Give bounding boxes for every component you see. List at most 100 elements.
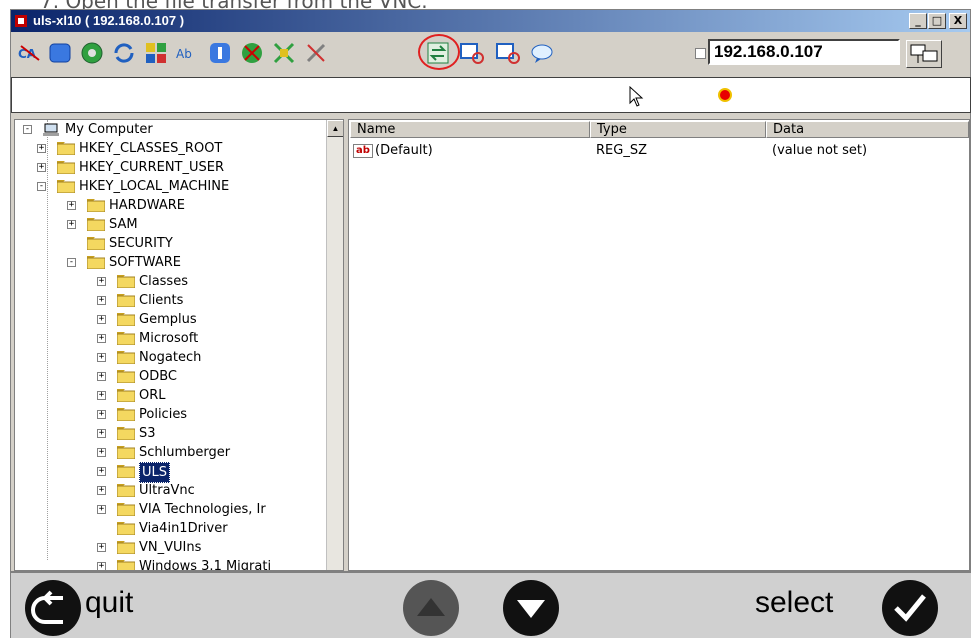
tree-item-label: ULS	[139, 462, 171, 483]
tree-item-label: HARDWARE	[109, 198, 185, 213]
registry-values-list: Name Type Data ab (Default) REG_SZ (value…	[348, 119, 970, 571]
folder-icon	[117, 313, 135, 326]
expand-toggle[interactable]: +	[97, 277, 106, 286]
chat-icon[interactable]	[529, 40, 555, 66]
minimize-button[interactable]: _	[909, 13, 927, 29]
value-name-cell[interactable]: ab (Default)	[353, 142, 433, 160]
expand-toggle[interactable]: +	[97, 448, 106, 457]
connection-status-indicator	[718, 88, 732, 102]
collapse-toggle[interactable]: -	[67, 258, 76, 267]
expand-toggle[interactable]: +	[97, 410, 106, 419]
toolbar: CA Ab 192.168.0.107	[11, 33, 970, 73]
tree-scrollbar[interactable]: ▲	[326, 120, 343, 570]
vnc-viewer-window: uls-xl10 ( 192.168.0.107 ) _ □ X CA Ab 1…	[10, 9, 971, 638]
info-icon[interactable]	[207, 40, 233, 66]
clipboard-icon[interactable]	[143, 40, 169, 66]
scroll-up-big-button[interactable]	[403, 580, 459, 636]
tree-item-label: SAM	[109, 217, 138, 232]
folder-icon	[57, 161, 75, 174]
expand-toggle[interactable]: +	[97, 486, 106, 495]
tree-item-label: ODBC	[139, 369, 178, 384]
tree-item-label: SOFTWARE	[109, 255, 181, 270]
folder-icon	[87, 256, 105, 269]
value-type-cell: REG_SZ	[596, 143, 647, 158]
column-header-type[interactable]: Type	[590, 121, 766, 138]
down-triangle-icon	[517, 600, 545, 618]
expand-toggle[interactable]: +	[97, 467, 106, 476]
options-icon[interactable]	[79, 40, 105, 66]
tree-item-label: Clients	[139, 293, 184, 308]
folder-icon	[117, 370, 135, 383]
registry-tree: - My Computer + HKEY_CLASSES_ROOT + HKEY_CU…	[14, 119, 344, 571]
close-button[interactable]: X	[949, 13, 967, 29]
folder-icon	[117, 541, 135, 554]
expand-toggle[interactable]: +	[97, 315, 106, 324]
string-value-icon: ab	[353, 143, 373, 158]
zoom-icon[interactable]	[495, 40, 521, 66]
up-triangle-icon	[417, 598, 445, 616]
view-only-checkbox[interactable]	[695, 48, 706, 59]
connect-button[interactable]	[906, 40, 942, 68]
ip-address-field[interactable]: 192.168.0.107	[708, 39, 900, 65]
scroll-down-big-button[interactable]	[503, 580, 559, 636]
tree-item-label: Windows 3.1 Migrati	[139, 559, 272, 571]
full-screen-icon[interactable]	[47, 40, 73, 66]
scroll-up-button[interactable]: ▲	[327, 120, 343, 137]
tree-item-label: Schlumberger	[139, 445, 231, 460]
expand-toggle[interactable]: +	[97, 391, 106, 400]
collapse-toggle[interactable]: -	[23, 125, 32, 134]
expand-toggle[interactable]: +	[67, 201, 76, 210]
expand-toggle[interactable]: +	[97, 372, 106, 381]
disconnect-icon[interactable]	[303, 40, 329, 66]
tree-item-label: SECURITY	[109, 236, 173, 251]
cad-icon[interactable]: CA	[17, 40, 43, 66]
tree-item-label: Nogatech	[139, 350, 202, 365]
expand-toggle[interactable]: +	[67, 220, 76, 229]
expand-toggle[interactable]: +	[97, 562, 106, 570]
select-label[interactable]: select	[755, 586, 833, 620]
file-transfer-highlight	[418, 34, 460, 70]
folder-icon	[57, 142, 75, 155]
tree-root-label: My Computer	[65, 122, 153, 137]
tree-item-label: Policies	[139, 407, 188, 422]
tree-item-label: VIA Technologies, Ir	[139, 502, 266, 517]
expand-toggle[interactable]: +	[97, 353, 106, 362]
column-header-data[interactable]: Data	[766, 121, 969, 138]
computer-icon	[43, 123, 59, 136]
text-chat-icon[interactable]: Ab	[175, 40, 201, 66]
expand-toggle[interactable]: +	[97, 334, 106, 343]
folder-icon	[117, 427, 135, 440]
tree-item-label: S3	[139, 426, 156, 441]
folder-icon	[87, 237, 105, 250]
tree-item-label: Via4in1Driver	[139, 521, 228, 536]
vnc-app-icon	[15, 15, 27, 27]
expand-toggle[interactable]: +	[97, 429, 106, 438]
refresh-icon[interactable]	[111, 40, 137, 66]
collapse-toggle[interactable]: -	[37, 182, 46, 191]
quit-button[interactable]	[25, 580, 81, 636]
title-bar[interactable]: uls-xl10 ( 192.168.0.107 ) _ □ X	[11, 10, 970, 32]
tree-item-label: HKEY_LOCAL_MACHINE	[79, 179, 230, 194]
folder-icon	[117, 503, 135, 516]
folder-icon	[117, 465, 135, 478]
single-window-icon[interactable]	[459, 40, 485, 66]
folder-icon	[117, 351, 135, 364]
expand-toggle[interactable]: +	[97, 296, 106, 305]
ctrl-alt-del-icon[interactable]	[239, 40, 265, 66]
maximize-button[interactable]: □	[928, 13, 946, 29]
folder-icon	[57, 180, 75, 193]
checkmark-icon	[894, 594, 926, 622]
column-header-name[interactable]: Name	[350, 121, 590, 138]
window-title: uls-xl10 ( 192.168.0.107 )	[33, 13, 185, 28]
quit-label[interactable]: quit	[85, 586, 133, 620]
tree-item-label: Gemplus	[139, 312, 197, 327]
select-button[interactable]	[882, 580, 938, 636]
expand-toggle[interactable]: +	[97, 505, 106, 514]
expand-toggle[interactable]: +	[97, 543, 106, 552]
expand-toggle[interactable]: +	[37, 163, 46, 172]
folder-icon	[117, 389, 135, 402]
tree-item-label: HKEY_CLASSES_ROOT	[79, 141, 223, 156]
expand-toggle[interactable]: +	[37, 144, 46, 153]
tree-item-label: Classes	[139, 274, 188, 289]
send-keys-icon[interactable]	[271, 40, 297, 66]
